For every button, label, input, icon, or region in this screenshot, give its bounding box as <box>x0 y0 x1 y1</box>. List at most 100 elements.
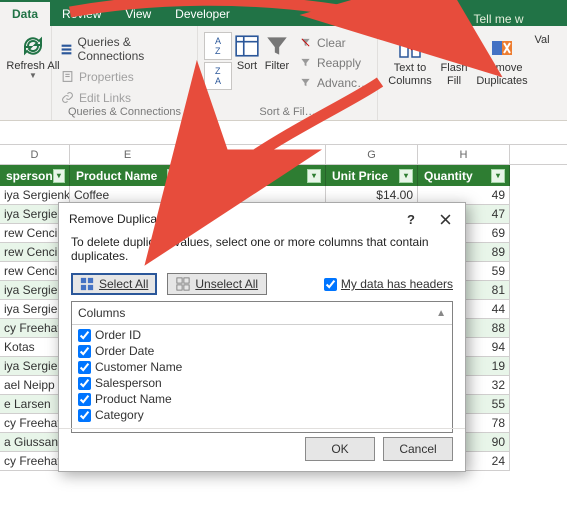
columns-listbox-header: Columns ▲ <box>72 302 452 325</box>
tab-view[interactable]: View <box>113 2 163 26</box>
group-label-qc: Queries & Connections <box>52 106 197 118</box>
reapply-icon <box>298 55 313 70</box>
column-checkbox-row[interactable]: Order Date <box>76 343 448 359</box>
remove-duplicates-icon <box>488 34 516 62</box>
sort-za-button[interactable]: ZA <box>204 62 232 90</box>
properties-icon <box>60 69 75 84</box>
help-button[interactable]: ? <box>399 209 423 229</box>
text-to-columns-icon <box>396 34 424 62</box>
col-H[interactable]: H <box>418 145 510 164</box>
col-E[interactable]: E <box>70 145 186 164</box>
has-headers-label[interactable]: My data has headers <box>341 277 453 291</box>
tab-review[interactable]: Review <box>50 2 113 26</box>
table-header-salesperson[interactable]: sperson▾ <box>0 165 70 186</box>
column-checkbox-row[interactable]: Salesperson <box>76 375 448 391</box>
tab-xlcampus[interactable]: XL Campus <box>302 2 388 26</box>
header-label: Category <box>192 169 244 183</box>
column-name: Product Name <box>95 392 172 406</box>
edit-links-button[interactable]: Edit Links <box>58 89 191 106</box>
columns-list: Order ID Order Date Customer NameSalespers… <box>72 325 452 425</box>
select-all-button[interactable]: Select All <box>71 273 157 295</box>
dropdown-icon[interactable]: ▾ <box>491 169 505 183</box>
properties-label: Properties <box>79 70 134 84</box>
tab-developer[interactable]: Developer <box>163 2 242 26</box>
data-validation-button[interactable]: Val <box>532 30 552 87</box>
table-header-unitprice[interactable]: Unit Price▾ <box>326 165 418 186</box>
ok-button[interactable]: OK <box>305 437 375 461</box>
reapply-filter-button[interactable]: Reapply <box>296 54 371 71</box>
val-label: Val <box>534 34 549 47</box>
clear-filter-button[interactable]: Clear <box>296 34 371 51</box>
sort-az-button[interactable]: AZ <box>204 32 232 60</box>
dropdown-icon[interactable]: ▾ <box>307 169 321 183</box>
sort-icon <box>233 32 261 60</box>
tab-design[interactable]: Design <box>388 2 449 26</box>
unselect-all-button[interactable]: Unselect All <box>167 273 267 295</box>
flash-fill-icon <box>440 34 468 62</box>
group-data-tools: Text to Columns Flash Fill Remove Duplic… <box>378 26 567 120</box>
table-header-category[interactable]: Category ▾ <box>186 165 326 186</box>
edit-links-label: Edit Links <box>79 91 131 105</box>
remove-duplicates-button[interactable]: Remove Duplicates <box>472 30 532 87</box>
dropdown-icon[interactable]: ▾ <box>53 169 65 183</box>
sort-label: Sort <box>237 60 257 73</box>
group-label-sortfilter: Sort & Fil… <box>198 106 377 118</box>
col-G[interactable]: G <box>326 145 418 164</box>
cancel-button[interactable]: Cancel <box>383 437 453 461</box>
group-queries-connections: Queries & Connections Properties Edit Li… <box>52 26 198 120</box>
ribbon: Refresh All ▼ Queries & Connections Prop… <box>0 26 567 121</box>
column-checkbox[interactable] <box>78 377 91 390</box>
group-sort-filter: AZ ZA Sort Filter Clear Reapply <box>198 26 378 120</box>
text-to-columns-button[interactable]: Text to Columns <box>384 30 436 87</box>
column-name: Category <box>95 408 144 422</box>
remove-duplicates-dialog: Remove Duplicates ? To delete duplicate … <box>58 202 466 472</box>
remove-duplicates-label: Remove Duplicates <box>472 62 532 87</box>
lightbulb-icon <box>457 13 469 25</box>
column-checkbox-row[interactable]: Order ID <box>76 327 448 343</box>
select-all-icon <box>80 277 94 291</box>
dialog-description: To delete duplicate values, select one o… <box>59 229 465 271</box>
col-D[interactable]: D <box>0 145 70 164</box>
col-F[interactable]: F <box>186 145 326 164</box>
column-name: Order ID <box>95 328 141 342</box>
columns-label: Columns <box>78 306 125 320</box>
ribbon-tabs: Data Review View Developer XL Campus Des… <box>0 0 567 26</box>
properties-button[interactable]: Properties <box>58 68 191 85</box>
advanced-filter-button[interactable]: Advanc… <box>296 74 371 91</box>
column-name: Customer Name <box>95 360 182 374</box>
group-refresh: Refresh All ▼ <box>0 26 52 120</box>
reapply-label: Reapply <box>317 56 361 70</box>
sort-button[interactable]: Sort <box>232 28 262 118</box>
sort-toggle-icon[interactable]: ▲ <box>436 308 446 319</box>
dropdown-icon[interactable]: ▾ <box>399 169 413 183</box>
queries-connections-button[interactable]: Queries & Connections <box>58 34 191 64</box>
column-letters-row: D E F G H <box>0 145 567 165</box>
table-header-quantity[interactable]: Quantity▾ <box>418 165 510 186</box>
column-checkbox[interactable] <box>78 329 91 342</box>
select-all-label: Select All <box>99 277 148 291</box>
filter-button[interactable]: Filter <box>262 28 292 118</box>
close-icon <box>440 214 451 225</box>
column-checkbox-row[interactable]: Category <box>76 407 448 423</box>
filter-icon <box>263 32 291 60</box>
unselect-all-icon <box>176 277 190 291</box>
column-checkbox-row[interactable]: Customer Name <box>76 359 448 375</box>
column-checkbox[interactable] <box>78 409 91 422</box>
advanced-label: Advanc… <box>317 76 369 90</box>
tell-me[interactable]: Tell me w <box>449 12 531 26</box>
dropdown-icon[interactable]: ▾ <box>167 169 181 183</box>
column-checkbox-row[interactable]: Product Name <box>76 391 448 407</box>
close-button[interactable] <box>433 209 457 229</box>
has-headers-checkbox[interactable] <box>324 278 337 291</box>
text-to-columns-label: Text to Columns <box>384 62 436 87</box>
flash-fill-button[interactable]: Flash Fill <box>436 30 472 87</box>
column-name: Order Date <box>95 344 154 358</box>
column-checkbox[interactable] <box>78 345 91 358</box>
link-icon <box>60 90 75 105</box>
column-checkbox[interactable] <box>78 393 91 406</box>
table-header-product[interactable]: Product Name▾ <box>70 165 186 186</box>
tab-data[interactable]: Data <box>0 2 50 26</box>
column-checkbox[interactable] <box>78 361 91 374</box>
header-label: sperson <box>6 169 53 183</box>
dialog-titlebar: Remove Duplicates ? <box>59 203 465 229</box>
